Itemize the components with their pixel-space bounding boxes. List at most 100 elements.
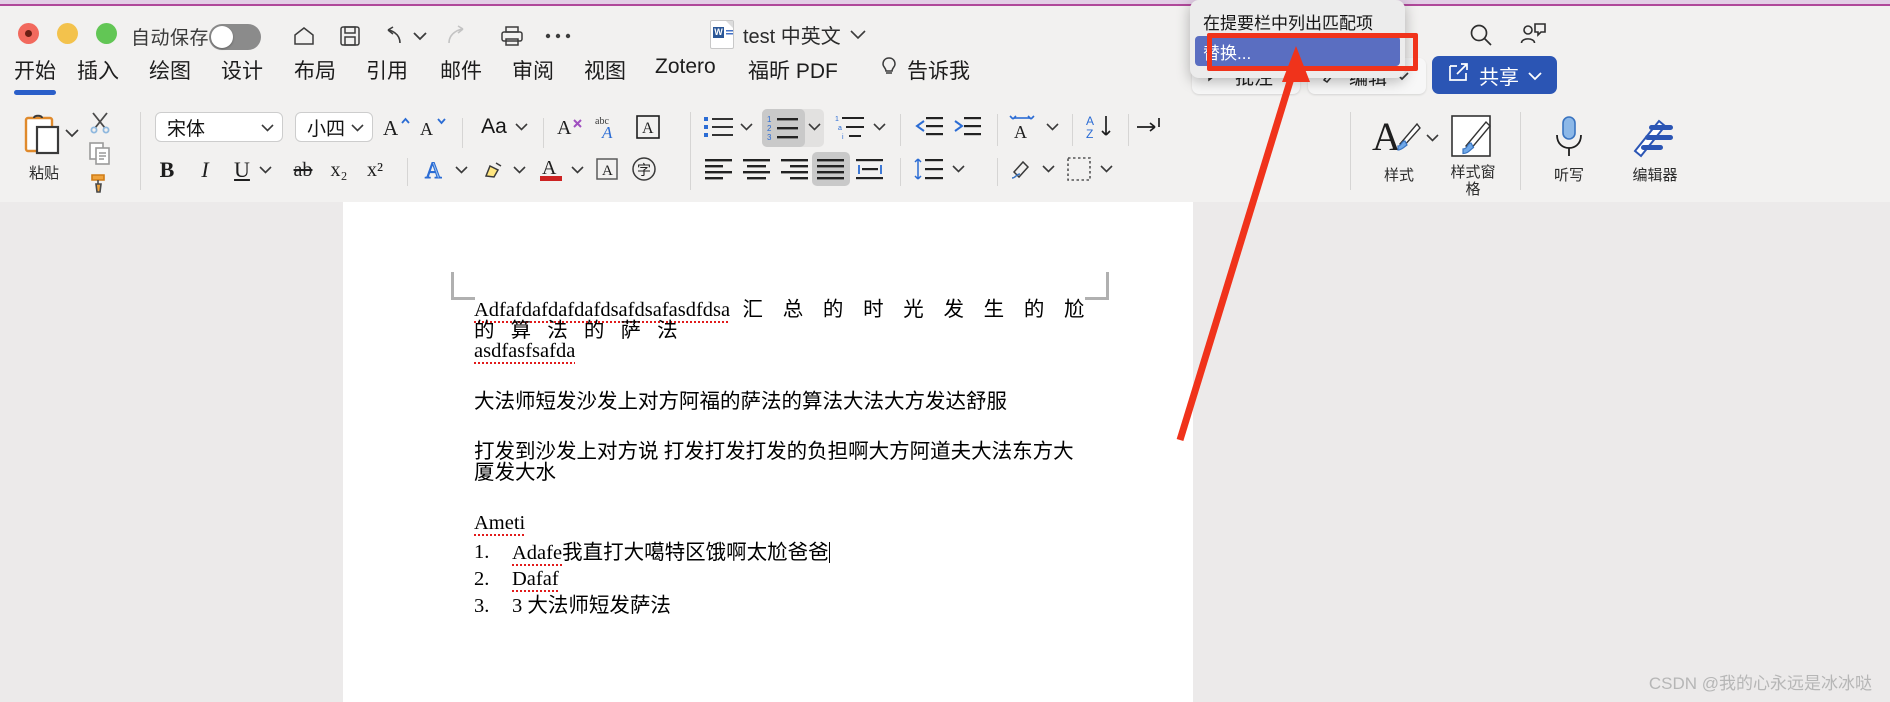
minimize-window-button[interactable] xyxy=(57,23,78,44)
svg-text:A: A xyxy=(425,158,442,183)
svg-text:A: A xyxy=(1086,114,1094,128)
paste-label: 粘贴 xyxy=(28,165,59,182)
distribute-text-icon[interactable] xyxy=(853,154,887,184)
tab-insert[interactable]: 插入 xyxy=(77,55,119,93)
underline-button[interactable]: U xyxy=(227,155,257,185)
numbered-list-icon[interactable]: 1 2 3 xyxy=(766,112,802,144)
subscript-button[interactable]: x₂ xyxy=(324,155,354,185)
align-left-icon[interactable] xyxy=(702,154,736,184)
font-color-icon[interactable]: A xyxy=(535,154,567,184)
undo-icon[interactable] xyxy=(379,20,413,52)
close-window-button[interactable] xyxy=(18,23,39,44)
align-center-icon[interactable] xyxy=(740,154,774,184)
strikethrough-button[interactable]: ab xyxy=(286,155,320,185)
more-ellipsis-icon[interactable] xyxy=(541,20,575,52)
document-page[interactable]: Adfafdafdafdafdsafdsafasdfdsa 汇 总 的 时 光 … xyxy=(343,202,1193,702)
increase-indent-icon[interactable] xyxy=(950,112,984,142)
superscript-button[interactable]: x² xyxy=(360,155,390,185)
font-family-combobox[interactable]: 宋体 xyxy=(155,112,283,142)
change-case-button[interactable]: Aa xyxy=(477,114,511,140)
autosave-toggle[interactable] xyxy=(209,24,261,50)
bullets-chevron-down-icon[interactable] xyxy=(738,119,754,135)
tab-references[interactable]: 引用 xyxy=(366,55,408,93)
enclose-character-icon[interactable]: 字 xyxy=(629,154,659,184)
tab-mailings[interactable]: 邮件 xyxy=(440,55,482,93)
font-size-combobox[interactable]: 小四 xyxy=(295,112,373,142)
print-icon[interactable] xyxy=(495,20,529,52)
increase-font-size-icon[interactable]: A xyxy=(382,113,412,141)
microphone-icon[interactable] xyxy=(1545,114,1593,160)
phonetic-guide-icon[interactable]: abc A xyxy=(595,113,625,141)
csdn-watermark: CSDN @我的心永远是冰冰哒 xyxy=(1648,674,1872,693)
highlight-chevron-down-icon[interactable] xyxy=(511,162,527,178)
document-title-text: test 中英文 xyxy=(743,26,841,48)
word-file-icon: W xyxy=(710,20,734,49)
change-case-chevron-down-icon[interactable] xyxy=(513,119,529,135)
divider-font-paragraph xyxy=(690,112,691,190)
font-color-chevron-down-icon[interactable] xyxy=(569,162,585,178)
document-title-group[interactable]: W test 中英文 xyxy=(710,20,866,49)
redo-icon[interactable] xyxy=(439,20,473,52)
clear-formatting-icon[interactable]: A xyxy=(556,113,586,141)
divider-font-3 xyxy=(407,158,408,186)
styles-chevron-down-icon[interactable] xyxy=(1424,130,1440,146)
bullet-list-icon[interactable] xyxy=(702,112,736,142)
font-size-chevron-down-icon[interactable] xyxy=(351,120,364,135)
borders-icon[interactable] xyxy=(1063,154,1097,184)
decrease-indent-icon[interactable] xyxy=(912,112,946,142)
word-window: 自动保存 W test 中英文 开始 插入 绘图 设计 布局 引用 邮件 审阅 … xyxy=(0,0,1890,702)
paste-chevron-down-icon[interactable] xyxy=(64,125,80,141)
editor-pen-icon[interactable] xyxy=(1628,114,1680,160)
tell-me-box[interactable]: 告诉我 xyxy=(880,55,970,85)
line-spacing-chevron-down-icon[interactable] xyxy=(950,161,966,177)
copy-icon[interactable] xyxy=(86,140,114,168)
tab-zotero[interactable]: Zotero xyxy=(655,55,716,87)
underline-chevron-down-icon[interactable] xyxy=(257,162,273,178)
scissors-icon[interactable] xyxy=(86,108,114,136)
numbering-chevron-down-icon[interactable] xyxy=(806,119,822,135)
highlighter-icon[interactable] xyxy=(478,154,510,184)
paste-button[interactable] xyxy=(18,110,64,160)
tab-draw[interactable]: 绘图 xyxy=(149,55,191,93)
multilevel-list-icon[interactable]: 1 a i xyxy=(834,112,868,142)
bold-button[interactable]: B xyxy=(152,155,182,185)
asian-layout-chevron-down-icon[interactable] xyxy=(1044,119,1060,135)
tab-start[interactable]: 开始 xyxy=(14,55,56,95)
italic-button[interactable]: I xyxy=(190,155,220,185)
tab-design[interactable]: 设计 xyxy=(221,55,263,93)
styles-pane-icon[interactable] xyxy=(1448,114,1496,160)
divider-para-5 xyxy=(900,158,901,186)
save-icon[interactable] xyxy=(333,20,367,52)
shading-icon[interactable] xyxy=(1005,154,1039,184)
multilevel-chevron-down-icon[interactable] xyxy=(871,119,887,135)
font-family-chevron-down-icon[interactable] xyxy=(261,120,274,135)
people-comment-icon[interactable] xyxy=(1512,16,1554,54)
line-spacing-icon[interactable] xyxy=(912,154,946,184)
align-right-icon[interactable] xyxy=(778,154,812,184)
tab-view[interactable]: 视图 xyxy=(584,55,626,93)
svg-text:a: a xyxy=(838,125,842,132)
tab-foxit-pdf[interactable]: 福昕 PDF xyxy=(748,55,838,93)
format-painter-icon[interactable] xyxy=(86,170,114,196)
tab-review[interactable]: 审阅 xyxy=(512,55,554,93)
text-effects-icon[interactable]: A xyxy=(420,154,452,184)
asian-layout-icon[interactable]: A xyxy=(1008,112,1042,142)
tab-layout[interactable]: 布局 xyxy=(294,55,336,93)
annotation-arrow xyxy=(1176,46,1310,442)
character-border-icon[interactable]: A xyxy=(633,113,663,141)
text-shading-icon[interactable]: A xyxy=(592,154,622,184)
shading-chevron-down-icon[interactable] xyxy=(1040,161,1056,177)
styles-icon[interactable]: A xyxy=(1372,114,1422,160)
decrease-font-size-icon[interactable]: A xyxy=(419,113,449,141)
undo-dropdown-chevron-icon[interactable] xyxy=(409,20,431,52)
align-justify-icon[interactable] xyxy=(814,154,848,184)
search-icon[interactable] xyxy=(1460,16,1502,54)
share-button[interactable]: 共享 xyxy=(1432,56,1557,94)
title-chevron-down-icon[interactable] xyxy=(850,23,866,46)
svg-text:A: A xyxy=(642,120,654,137)
home-icon[interactable] xyxy=(287,20,321,52)
text-effects-chevron-down-icon[interactable] xyxy=(453,162,469,178)
document-body[interactable]: Adfafdafdafdafdsafdsafasdfdsa 汇 总 的 时 光 … xyxy=(474,299,1094,622)
maximize-window-button[interactable] xyxy=(96,23,117,44)
share-chevron-down-icon[interactable] xyxy=(1528,64,1542,87)
